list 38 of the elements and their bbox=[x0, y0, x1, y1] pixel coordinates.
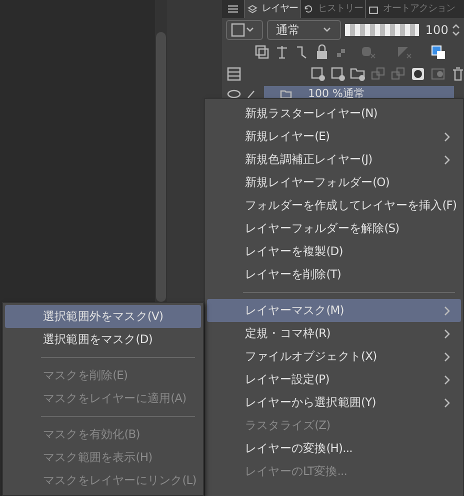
menu-item[interactable]: 新規色調補正レイヤー(J) bbox=[207, 148, 461, 171]
tower-icon[interactable] bbox=[274, 44, 290, 60]
menu-item[interactable]: 新規レイヤー(E) bbox=[207, 125, 461, 148]
folder-icon bbox=[280, 89, 292, 99]
lock-icon[interactable] bbox=[314, 44, 330, 60]
menu-item[interactable]: レイヤーの変換(H)... bbox=[207, 437, 461, 460]
opacity-value[interactable]: 100 bbox=[425, 21, 448, 39]
blend-mode-dropdown[interactable]: 通常 bbox=[266, 20, 341, 40]
history-icon bbox=[303, 4, 314, 14]
menu-item[interactable]: 新規ラスターレイヤー(N) bbox=[207, 102, 461, 125]
pen-icon[interactable] bbox=[246, 89, 256, 99]
menu-item[interactable]: 選択範囲外をマスク(V) bbox=[5, 305, 201, 328]
clip-icon[interactable] bbox=[254, 44, 270, 60]
layer-list-icon[interactable] bbox=[226, 66, 242, 82]
spinner-icon[interactable] bbox=[452, 23, 460, 37]
menu-item[interactable]: フォルダーを作成してレイヤーを挿入(F) bbox=[207, 194, 461, 217]
scrollbar-thumb[interactable] bbox=[156, 32, 166, 302]
menu-item[interactable]: 新規レイヤーフォルダー(O) bbox=[207, 171, 461, 194]
menu-item[interactable]: レイヤーを複製(D) bbox=[207, 240, 461, 263]
square-icon bbox=[231, 23, 245, 37]
menu-item[interactable]: ファイルオブジェクト(X) bbox=[207, 345, 461, 368]
new-raster-layer-icon[interactable] bbox=[310, 66, 326, 82]
menu-item[interactable]: 選択範囲をマスク(D) bbox=[5, 328, 201, 351]
panel-tab[interactable]: レイヤー bbox=[244, 0, 300, 18]
menu-item[interactable]: レイヤーから選択範囲(Y) bbox=[207, 391, 461, 414]
menu-item[interactable]: レイヤーマスク(M) bbox=[207, 299, 461, 322]
color-dropdown[interactable] bbox=[226, 20, 263, 40]
layers-icon bbox=[247, 4, 258, 14]
trash-icon[interactable] bbox=[450, 66, 464, 82]
menu-item[interactable]: レイヤー設定(P) bbox=[207, 368, 461, 391]
menu-item[interactable]: レイヤーを削除(T) bbox=[207, 263, 461, 286]
layer-label: 100 %通常 bbox=[308, 86, 365, 102]
mask-icon[interactable] bbox=[410, 66, 426, 82]
new-vector-layer-icon[interactable] bbox=[330, 66, 346, 82]
new-folder-icon[interactable] bbox=[350, 66, 366, 82]
menu-item[interactable]: レイヤーフォルダーを解除(S) bbox=[207, 217, 461, 240]
menu-item[interactable]: 定規・コマ枠(R) bbox=[207, 322, 461, 345]
eye-icon[interactable] bbox=[226, 89, 242, 99]
